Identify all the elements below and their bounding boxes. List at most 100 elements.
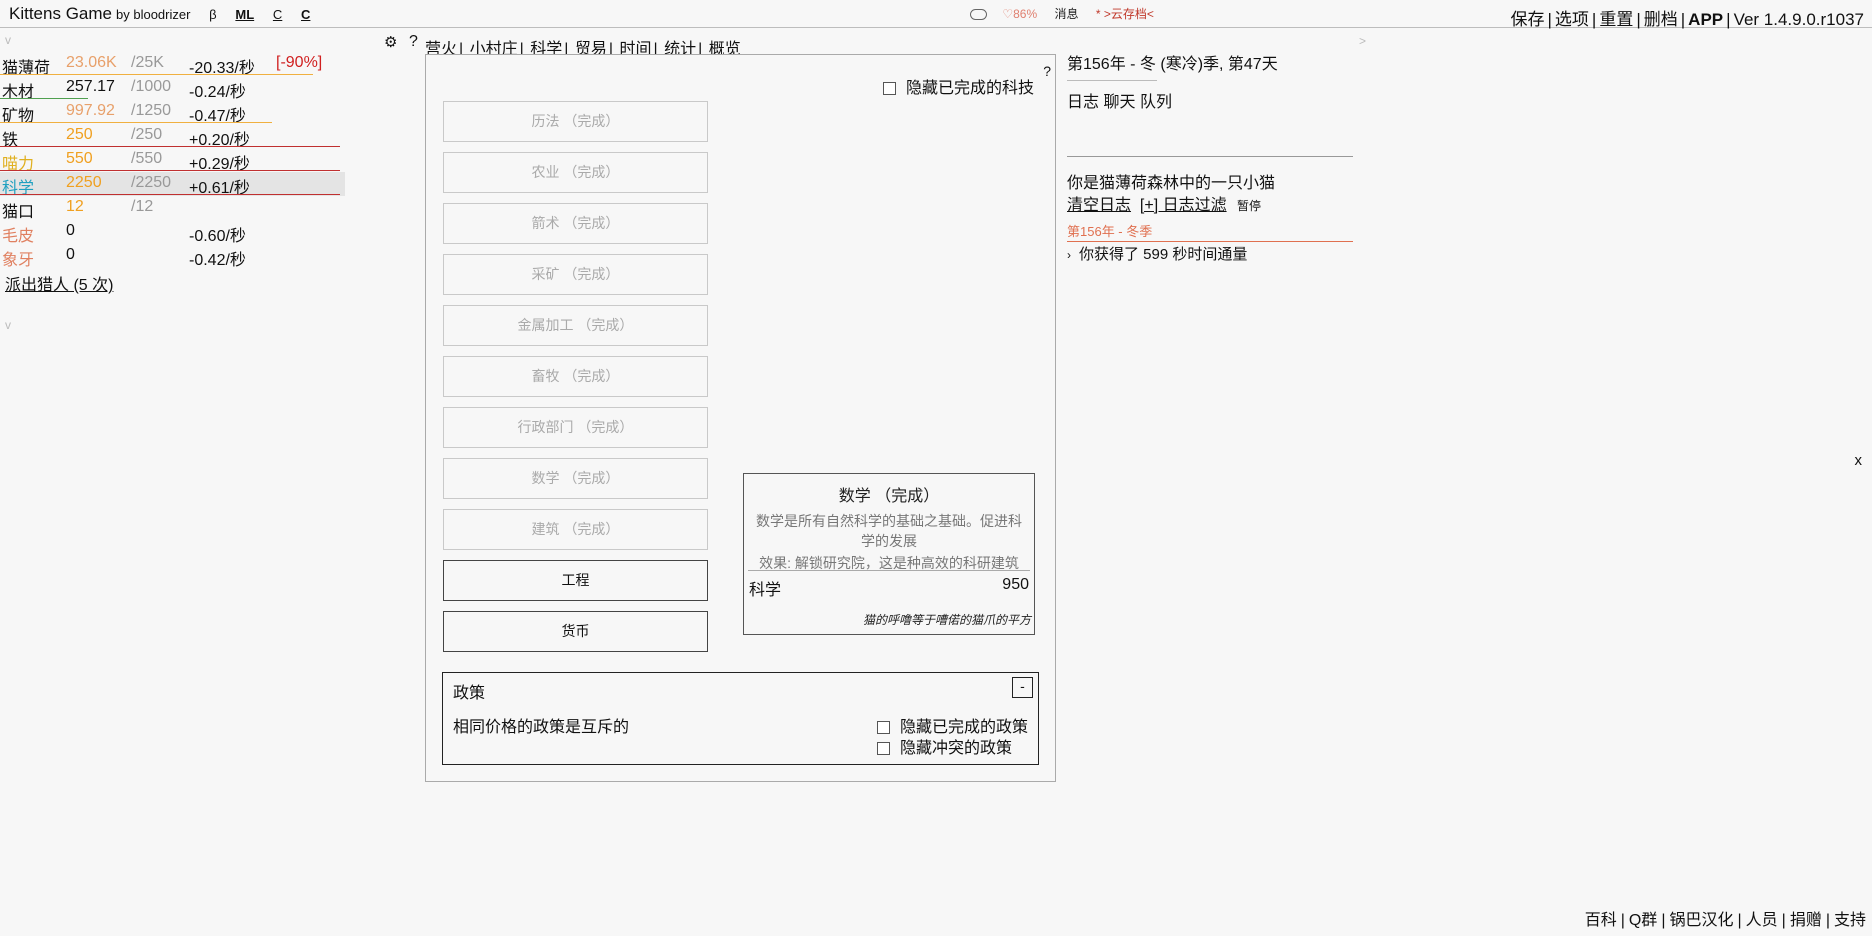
pause-link[interactable]: 暂停	[1237, 199, 1261, 213]
resource-max: /550	[131, 150, 163, 167]
resource-amount: 0	[66, 222, 75, 239]
resource-row-iron[interactable]: 铁 250/250 +0.20/秒	[0, 124, 345, 149]
qq-group-link[interactable]: Q群	[1629, 912, 1657, 929]
resource-max: /12	[131, 198, 154, 215]
right-collapse-toggle[interactable]: >	[1359, 34, 1366, 48]
credits-link[interactable]: 人员	[1746, 912, 1778, 929]
tech-button-civil-service[interactable]: 行政部门 （完成）	[443, 407, 708, 448]
separator: |	[1737, 912, 1742, 929]
policies-hint: 相同价格的政策是互斥的	[453, 719, 630, 736]
lower-collapse-toggle[interactable]: v	[5, 318, 11, 332]
tech-button-currency[interactable]: 货币	[443, 611, 708, 652]
clear-log-link[interactable]: 清空日志	[1067, 197, 1131, 214]
tab-chat[interactable]: 聊天	[1103, 94, 1135, 111]
support-link[interactable]: 支持	[1834, 912, 1866, 929]
resource-row-catnip[interactable]: 猫薄荷 23.06K/25K -20.33/秒 [-90%]	[0, 52, 345, 77]
resource-row-catpower[interactable]: 喵力 550/550 +0.29/秒	[0, 148, 345, 173]
tech-button-archery[interactable]: 箭术 （完成）	[443, 203, 708, 244]
resource-max: /250	[131, 126, 163, 143]
send-hunters-link[interactable]: 派出猎人 (5 次)	[5, 271, 113, 295]
tech-button-mining[interactable]: 采矿 （完成）	[443, 254, 708, 295]
chevron-right-icon: ›	[1067, 248, 1071, 262]
ml-link[interactable]: ML	[235, 7, 254, 22]
close-icon[interactable]: x	[1855, 452, 1863, 469]
separator: |	[1726, 10, 1731, 29]
resource-row-science[interactable]: 科学 2250/2250 +0.61/秒	[0, 172, 345, 197]
resource-row-kittens[interactable]: 猫口 12/12	[0, 196, 345, 221]
hide-completed-tech-checkbox[interactable]	[883, 82, 896, 96]
tech-button-agriculture[interactable]: 农业 （完成）	[443, 152, 708, 193]
tooltip-flavor-text: 猫的呼噜等于嘈偌的猫爪的平方	[862, 613, 1031, 627]
help-icon[interactable]: ?	[409, 33, 418, 51]
log-entry-text: 你获得了 599 秒时间通量	[1079, 246, 1248, 263]
hide-conflicting-policies-toggle[interactable]: 隐藏冲突的政策	[877, 734, 1012, 758]
hide-completed-tech-toggle[interactable]: 隐藏已完成的科技	[883, 74, 1034, 98]
separator: |	[1547, 10, 1552, 29]
save-link[interactable]: 保存	[1510, 10, 1544, 29]
game-author: by bloodrizer	[116, 7, 191, 22]
tech-button-engineering[interactable]: 工程	[443, 560, 708, 601]
reset-link[interactable]: 重置	[1599, 10, 1633, 29]
resource-max: /2250	[131, 174, 172, 191]
resource-row-wood[interactable]: 木材 257.17/1000 -0.24/秒	[0, 76, 345, 101]
resource-row-furs[interactable]: 毛皮 0 -0.60/秒	[0, 220, 345, 245]
hide-conflicting-policies-label: 隐藏冲突的政策	[900, 740, 1013, 757]
resources-collapse-toggle[interactable]: v	[5, 33, 11, 47]
options-link[interactable]: 选项	[1555, 10, 1589, 29]
wiki-link[interactable]: 百科	[1585, 912, 1617, 929]
app-link[interactable]: APP	[1688, 10, 1723, 29]
tech-button-mathematics[interactable]: 数学 （完成）	[443, 458, 708, 499]
science-help-icon[interactable]: ?	[1043, 63, 1051, 79]
weather-cloud-icon	[970, 9, 987, 21]
log-divider	[1067, 156, 1353, 157]
translation-link[interactable]: 锅巴汉化	[1669, 912, 1733, 929]
resource-fill-bar	[0, 194, 340, 195]
resource-rate: -0.24/秒	[189, 84, 246, 101]
hide-conflicting-policies-checkbox[interactable]	[877, 742, 890, 756]
donate-link[interactable]: 捐赠	[1790, 912, 1822, 929]
top-bar: Kittens Game by bloodrizer β ML C C ♡86% …	[0, 0, 1872, 29]
separator: |	[1620, 912, 1625, 929]
resource-name: 猫口	[2, 204, 35, 221]
log-filter-link[interactable]: [+] 日志过滤	[1140, 197, 1227, 214]
resource-rate: -0.42/秒	[189, 252, 246, 269]
separator: |	[1591, 10, 1597, 29]
wipe-link[interactable]: 删档	[1644, 10, 1678, 29]
resource-row-minerals[interactable]: 矿物 997.92/1250 -0.47/秒	[0, 100, 345, 125]
separator: |	[1636, 10, 1641, 29]
tech-tooltip: 数学 （完成） 数学是所有自然科学的基础之基础。促进科学的发展 效果: 解锁研究…	[743, 473, 1035, 635]
log-controls: 清空日志 [+] 日志过滤 暂停	[1067, 191, 1261, 215]
log-entry: › 你获得了 599 秒时间通量	[1067, 243, 1247, 264]
beta-link[interactable]: β	[209, 7, 216, 22]
resource-name: 象牙	[2, 252, 35, 269]
c-link-2[interactable]: C	[301, 7, 310, 22]
settings-gear-icon[interactable]: ⚙	[384, 33, 397, 51]
resource-fill-bar	[0, 74, 313, 75]
resource-max: /1250	[131, 102, 172, 119]
hide-completed-policies-checkbox[interactable]	[877, 721, 890, 735]
resource-row-ivory[interactable]: 象牙 0 -0.42/秒	[0, 244, 345, 269]
cloud-save-link[interactable]: * >云存档<	[1096, 7, 1154, 21]
tech-button-animal-husbandry[interactable]: 畜牧 （完成）	[443, 356, 708, 397]
resource-amount: 997.92	[66, 102, 115, 119]
separator: |	[1825, 912, 1830, 929]
happiness-value: 86%	[1013, 7, 1038, 21]
tab-queue[interactable]: 队列	[1140, 94, 1172, 111]
tab-log[interactable]: 日志	[1067, 94, 1099, 111]
tooltip-title: 数学 （完成）	[838, 488, 940, 505]
messages-link[interactable]: 消息	[1054, 7, 1078, 21]
date-underline	[1067, 80, 1157, 81]
policies-collapse-button[interactable]: -	[1012, 677, 1033, 698]
c-link-1[interactable]: C	[273, 7, 282, 22]
resource-fill-bar	[0, 98, 88, 99]
tech-button-construction[interactable]: 建筑 （完成）	[443, 509, 708, 550]
resource-amount: 2250	[66, 174, 102, 191]
tech-button-calendar[interactable]: 历法 （完成）	[443, 101, 708, 142]
resource-fill-bar	[0, 122, 272, 123]
resource-fill-bar	[0, 146, 340, 147]
resource-warning: [-90%]	[276, 54, 323, 71]
happiness-status: ♡86%	[1002, 7, 1037, 21]
resource-amount: 550	[66, 150, 93, 167]
status-group: ♡86% 消息 * >云存档<	[970, 5, 1154, 22]
tech-button-metal-working[interactable]: 金属加工 （完成）	[443, 305, 708, 346]
